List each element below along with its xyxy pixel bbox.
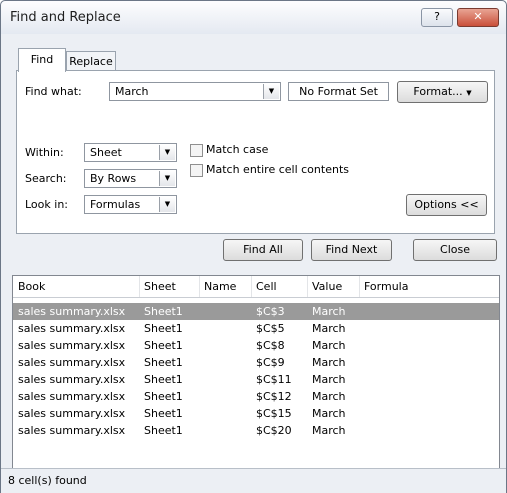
result-row[interactable]: sales summary.xlsx Sheet1 $C$11 March — [13, 371, 499, 388]
chevron-down-icon[interactable]: ▼ — [159, 145, 175, 160]
find-what-value: March — [115, 85, 149, 98]
find-next-button[interactable]: Find Next — [311, 239, 392, 261]
format-preview: No Format Set — [288, 82, 389, 101]
column-divider[interactable] — [199, 276, 200, 297]
row-book: sales summary.xlsx — [18, 390, 126, 403]
window-title: Find and Replace — [10, 10, 121, 25]
row-sheet: Sheet1 — [144, 373, 183, 386]
row-cell: $C$20 — [256, 424, 292, 437]
chevron-down-icon[interactable]: ▼ — [159, 197, 175, 212]
row-book: sales summary.xlsx — [18, 305, 126, 318]
format-button[interactable]: Format... ▼ — [397, 81, 488, 103]
match-entire-checkbox[interactable] — [190, 164, 203, 177]
result-row[interactable]: sales summary.xlsx Sheet1 $C$20 March — [13, 422, 499, 439]
result-row[interactable]: sales summary.xlsx Sheet1 $C$5 March — [13, 320, 499, 337]
format-button-label: Format... — [413, 85, 463, 98]
match-entire-label[interactable]: Match entire cell contents — [206, 163, 349, 176]
row-value: March — [312, 407, 346, 420]
row-cell: $C$11 — [256, 373, 292, 386]
tab-find[interactable]: Find — [18, 48, 66, 72]
look-in-select[interactable]: Formulas ▼ — [84, 195, 177, 214]
row-cell: $C$15 — [256, 407, 292, 420]
close-button[interactable]: Close — [413, 239, 497, 261]
look-in-value: Formulas — [90, 198, 141, 211]
result-row[interactable]: sales summary.xlsx Sheet1 $C$12 March — [13, 388, 499, 405]
row-cell: $C$5 — [256, 322, 285, 335]
row-value: March — [312, 424, 346, 437]
results-header: Book Sheet Name Cell Value Formula — [13, 276, 499, 298]
find-replace-dialog: Find and Replace ? ✕ Find Replace Find w… — [0, 0, 507, 493]
find-options-panel: Find what: March ▼ No Format Set Format.… — [16, 70, 495, 234]
row-cell: $C$8 — [256, 339, 285, 352]
chevron-down-icon: ▼ — [466, 89, 472, 97]
row-sheet: Sheet1 — [144, 305, 183, 318]
options-button[interactable]: Options << — [406, 194, 487, 216]
row-value: March — [312, 373, 346, 386]
column-divider[interactable] — [139, 276, 140, 297]
chevron-down-icon[interactable]: ▼ — [263, 84, 279, 99]
result-row[interactable]: sales summary.xlsx Sheet1 $C$9 March — [13, 354, 499, 371]
column-divider[interactable] — [251, 276, 252, 297]
within-value: Sheet — [90, 146, 122, 159]
row-book: sales summary.xlsx — [18, 407, 126, 420]
row-cell: $C$3 — [256, 305, 285, 318]
row-sheet: Sheet1 — [144, 407, 183, 420]
row-cell: $C$9 — [256, 356, 285, 369]
search-select[interactable]: By Rows ▼ — [84, 169, 177, 188]
look-in-label: Look in: — [25, 198, 68, 211]
close-window-button[interactable]: ✕ — [457, 8, 499, 27]
within-label: Within: — [25, 146, 64, 159]
row-cell: $C$12 — [256, 390, 292, 403]
row-book: sales summary.xlsx — [18, 339, 126, 352]
row-book: sales summary.xlsx — [18, 424, 126, 437]
within-select[interactable]: Sheet ▼ — [84, 143, 177, 162]
row-value: March — [312, 305, 346, 318]
row-sheet: Sheet1 — [144, 390, 183, 403]
column-header-value[interactable]: Value — [312, 280, 342, 293]
find-what-label: Find what: — [25, 85, 82, 98]
row-value: March — [312, 339, 346, 352]
search-label: Search: — [25, 172, 67, 185]
row-sheet: Sheet1 — [144, 339, 183, 352]
find-what-input[interactable]: March ▼ — [109, 82, 281, 101]
row-sheet: Sheet1 — [144, 322, 183, 335]
column-divider[interactable] — [359, 276, 360, 297]
column-header-cell[interactable]: Cell — [256, 280, 277, 293]
chevron-down-icon[interactable]: ▼ — [159, 171, 175, 186]
status-bar: 8 cell(s) found — [1, 468, 506, 493]
results-list[interactable]: Book Sheet Name Cell Value Formula sales… — [12, 275, 500, 470]
column-divider[interactable] — [307, 276, 308, 297]
row-value: March — [312, 322, 346, 335]
result-row[interactable]: sales summary.xlsx Sheet1 $C$3 March — [13, 303, 499, 320]
column-header-name[interactable]: Name — [204, 280, 236, 293]
help-button[interactable]: ? — [421, 8, 453, 27]
column-header-sheet[interactable]: Sheet — [144, 280, 176, 293]
row-book: sales summary.xlsx — [18, 356, 126, 369]
search-value: By Rows — [90, 172, 137, 185]
row-book: sales summary.xlsx — [18, 322, 126, 335]
match-case-label[interactable]: Match case — [206, 143, 268, 156]
row-value: March — [312, 390, 346, 403]
result-row[interactable]: sales summary.xlsx Sheet1 $C$8 March — [13, 337, 499, 354]
title-bar[interactable]: Find and Replace ? ✕ — [1, 1, 506, 34]
result-row[interactable]: sales summary.xlsx Sheet1 $C$15 March — [13, 405, 499, 422]
tab-replace[interactable]: Replace — [66, 51, 116, 71]
status-text: 8 cell(s) found — [8, 474, 87, 487]
row-value: March — [312, 356, 346, 369]
column-header-book[interactable]: Book — [18, 280, 45, 293]
row-sheet: Sheet1 — [144, 424, 183, 437]
row-book: sales summary.xlsx — [18, 373, 126, 386]
find-all-button[interactable]: Find All — [223, 239, 303, 261]
row-sheet: Sheet1 — [144, 356, 183, 369]
column-header-formula[interactable]: Formula — [364, 280, 408, 293]
match-case-checkbox[interactable] — [190, 144, 203, 157]
